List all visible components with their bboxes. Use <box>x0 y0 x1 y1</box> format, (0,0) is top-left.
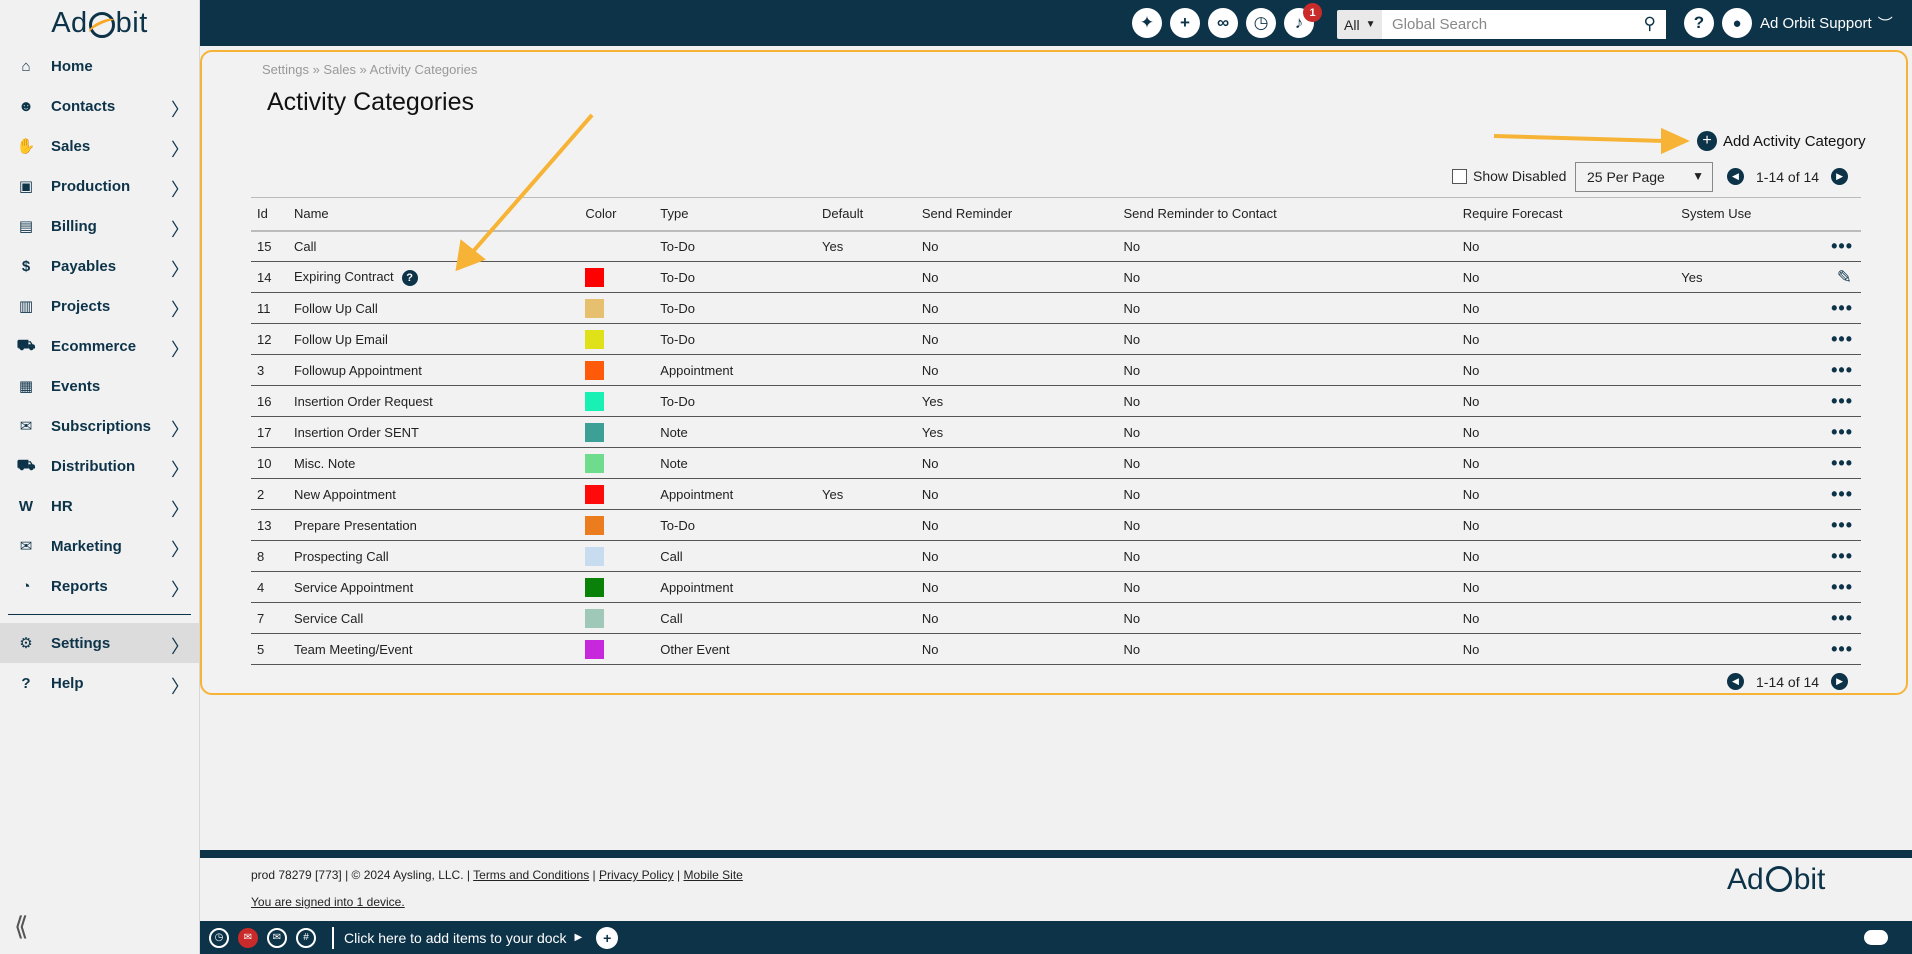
footer-text: prod 78279 [773] | © 2024 Aysling, LLC. … <box>251 868 743 882</box>
mobile-site-link[interactable]: Mobile Site <box>683 868 742 882</box>
footer-logo-right: bit <box>1793 863 1826 896</box>
arrow-to-expiring-contract <box>468 113 594 257</box>
signed-in-devices-link[interactable]: You are signed into 1 device. <box>251 895 405 909</box>
orbit-icon <box>1765 866 1792 892</box>
mail-icon[interactable]: ✉ <box>267 927 287 948</box>
terms-link[interactable]: Terms and Conditions <box>473 868 589 882</box>
slack-icon[interactable]: # <box>296 927 316 948</box>
footer-copyright: prod 78279 [773] | © 2024 Aysling, LLC. … <box>251 868 471 882</box>
caret-right-icon: ▶ <box>574 932 583 943</box>
footer-logo-left: Ad <box>1727 863 1764 896</box>
dock-bar: ◷ ✉ ✉ # Click here to add items to your … <box>200 921 1912 954</box>
footer-logo: Ad bit <box>1727 863 1825 897</box>
dock-add-icon[interactable]: + <box>596 926 619 949</box>
annotation-arrows <box>455 113 1690 272</box>
email-icon[interactable]: ✉ <box>238 927 258 948</box>
dock-label: Click here to add items to your dock <box>344 929 567 946</box>
arrow-to-add-button <box>1493 134 1666 143</box>
clock-icon[interactable]: ◷ <box>209 927 229 948</box>
arrow-head <box>1661 127 1690 155</box>
dock-add-text[interactable]: Click here to add items to your dock ▶ <box>332 926 583 949</box>
toggle-icon[interactable] <box>1864 930 1888 945</box>
privacy-link[interactable]: Privacy Policy <box>599 868 674 882</box>
